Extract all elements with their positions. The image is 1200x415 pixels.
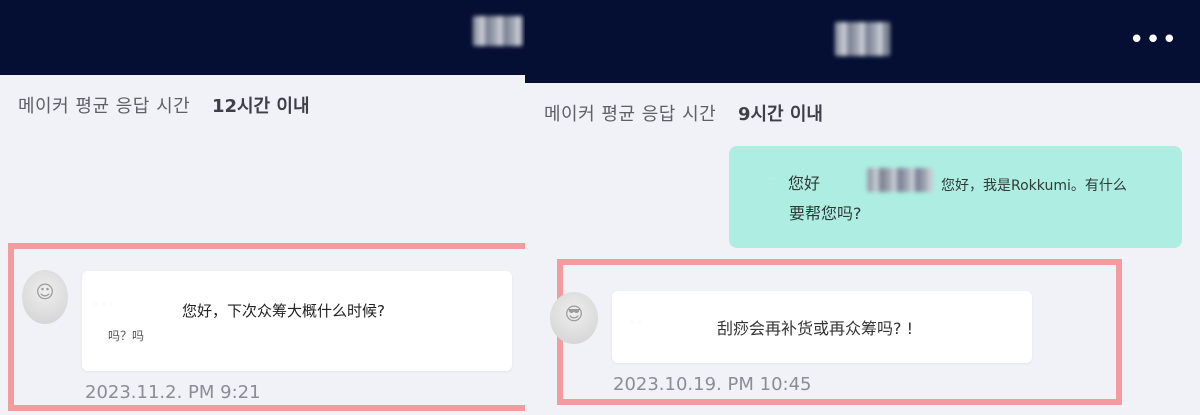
response-time-row: 메이커 평균 응답 시간 12시간 이내 [18,92,310,118]
received-message-bubble: · · 刮痧会再补货或再众筹吗? ! [612,291,1032,363]
user-avatar: 😎 [550,292,598,344]
response-time-label: 메이커 평균 응답 시간 [18,96,191,117]
response-time-value: 12시간 이내 [211,96,310,117]
right-header-bar: ••• [525,0,1200,83]
sent-message-line1: 您好，我是Rokkumi。有什么 [941,178,1127,194]
right-chat-panel: ••• 메이커 평균 응답 시간 9시간 이내 ·· 您好 您好，我是Rokku… [525,0,1200,415]
avatar-face-icon: ☺ [35,282,55,303]
blurred-text: · · [630,315,642,329]
blurred-text: ·· [767,172,775,186]
sent-message-line2: 要帮您吗? [789,204,862,223]
message-text: 刮痧会再补货或再众筹吗? ! [717,319,913,338]
left-header-bar [0,0,528,75]
user-avatar: ☺ [22,270,68,324]
blurred-maker-name [867,168,933,192]
avatar-face-icon: 😎 [564,304,584,325]
more-horizontal-icon[interactable]: ••• [1129,27,1178,53]
message-subtext: 吗？吗 [108,329,145,343]
blurred-maker-name [473,16,523,46]
response-time-label: 메이커 평균 응답 시간 [544,104,717,125]
message-text: 您好，下次众筹大概什么时候? [182,302,385,320]
response-time-row: 메이커 평균 응답 시간 9시간 이내 [544,100,823,126]
blurred-maker-name [835,22,890,56]
sent-message-greeting: 您好 [788,174,821,193]
message-timestamp: 2023.10.19. PM 10:45 [613,374,812,395]
sent-message-bubble: ·· 您好 您好，我是Rokkumi。有什么 要帮您吗? [729,146,1182,248]
blurred-text: · · · [94,297,114,311]
received-message-bubble: · · · 您好，下次众筹大概什么时候? 吗？吗 [82,271,512,371]
response-time-value: 9시간 이내 [737,104,823,125]
left-chat-panel: 메이커 평균 응답 시간 12시간 이내 ☺ · · · 您好，下次众筹大概什么… [0,0,528,415]
message-timestamp: 2023.11.2. PM 9:21 [85,382,261,403]
